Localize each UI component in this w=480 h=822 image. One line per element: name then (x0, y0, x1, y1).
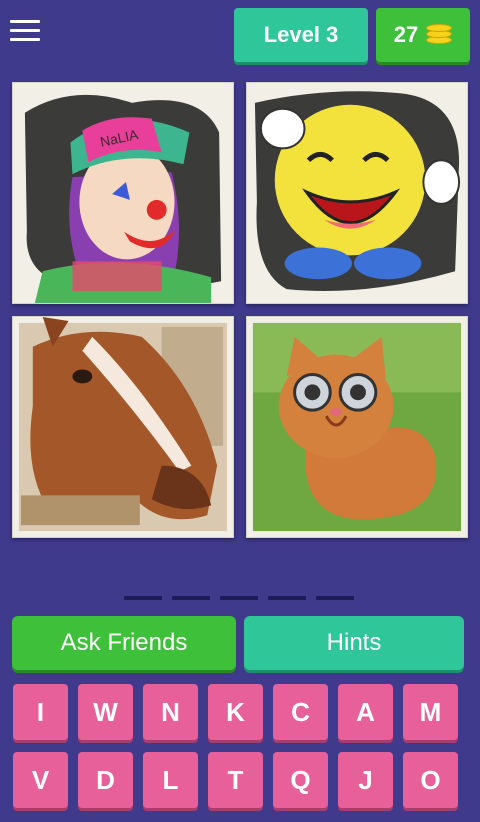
hints-button[interactable]: Hints (244, 616, 464, 670)
coin-count: 27 (393, 22, 419, 47)
letter-key[interactable]: T (208, 752, 263, 808)
ask-friends-label: Ask Friends (60, 629, 188, 656)
hamburger-menu-icon[interactable] (10, 20, 40, 46)
top-bar: Level 3 27 (0, 0, 480, 70)
letter-key[interactable]: Q (273, 752, 328, 808)
coins-badge[interactable]: 27 (376, 8, 470, 62)
picture-horse[interactable] (12, 316, 234, 538)
letter-key[interactable]: C (273, 684, 328, 740)
letter-key[interactable]: A (338, 684, 393, 740)
letter-key[interactable]: N (143, 684, 198, 740)
answer-slots (124, 596, 354, 600)
letter-key[interactable]: M (403, 684, 458, 740)
picture-clown[interactable]: NaLIA (12, 82, 234, 304)
picture-cat[interactable] (246, 316, 468, 538)
letter-key[interactable]: L (143, 752, 198, 808)
coin-stack-icon (426, 24, 453, 46)
level-badge: Level 3 (234, 8, 368, 62)
hints-label: Hints (326, 629, 382, 656)
answer-slot[interactable] (124, 596, 162, 600)
action-row: Ask Friends Hints (12, 616, 466, 672)
level-label: Level 3 (263, 22, 339, 47)
letter-key[interactable]: D (78, 752, 133, 808)
picture-emoji[interactable] (246, 82, 468, 304)
keyboard-row-2: V D L T Q J O (13, 752, 469, 808)
answer-slot[interactable] (316, 596, 354, 600)
answer-slot[interactable] (172, 596, 210, 600)
letter-key[interactable]: W (78, 684, 133, 740)
letter-key[interactable]: K (208, 684, 263, 740)
picture-grid: NaLIA (12, 82, 468, 538)
ask-friends-button[interactable]: Ask Friends (12, 616, 236, 670)
letter-key[interactable]: O (403, 752, 458, 808)
letter-key[interactable]: V (13, 752, 68, 808)
answer-slot[interactable] (220, 596, 258, 600)
letter-key[interactable]: J (338, 752, 393, 808)
answer-slot[interactable] (268, 596, 306, 600)
keyboard-row-1: I W N K C A M (13, 684, 469, 740)
letter-keyboard: I W N K C A M V D L T Q J O (13, 684, 469, 820)
letter-key[interactable]: I (13, 684, 68, 740)
